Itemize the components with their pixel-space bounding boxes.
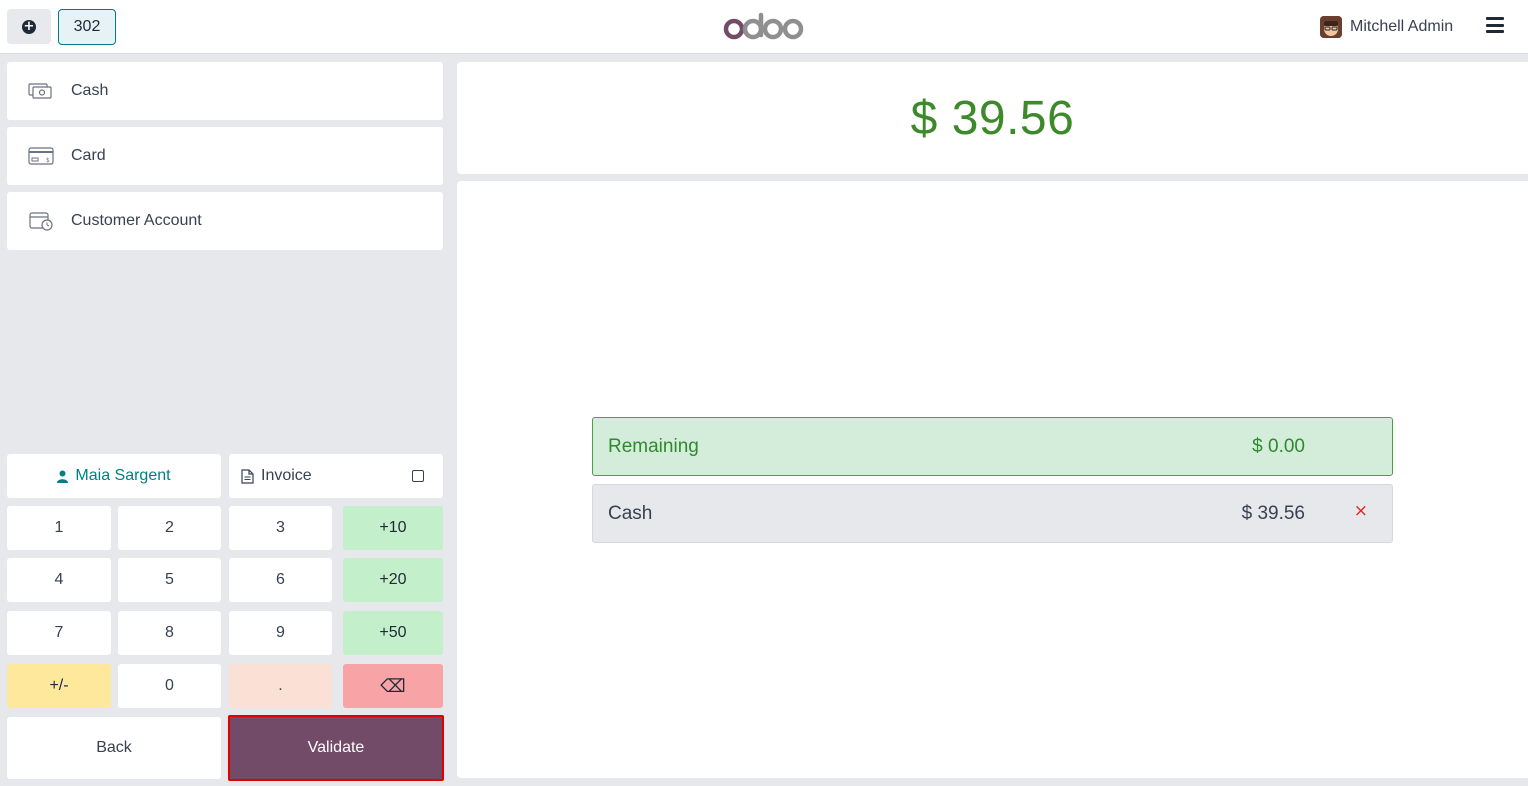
user-icon xyxy=(57,470,69,483)
payment-method-card[interactable]: $ Card xyxy=(7,127,443,185)
validate-button[interactable]: Validate xyxy=(228,715,444,781)
card-icon: $ xyxy=(28,147,54,165)
total-display: $ 39.56 xyxy=(457,62,1528,174)
cash-icon xyxy=(28,83,52,99)
numpad-key-plus20[interactable]: +20 xyxy=(343,558,443,602)
payment-method-label: Customer Account xyxy=(71,212,202,229)
payment-method-customer-account[interactable]: Customer Account xyxy=(7,192,443,250)
user-name: Mitchell Admin xyxy=(1350,18,1454,35)
top-bar: + 302 Mitchell Admin xyxy=(0,0,1528,54)
payment-method-label: Card xyxy=(71,147,106,164)
backspace-icon[interactable]: ⌫ xyxy=(343,664,443,708)
order-tab[interactable]: 302 xyxy=(58,9,116,45)
numpad-key-1[interactable]: 1 xyxy=(7,506,111,550)
invoice-checkbox[interactable] xyxy=(412,470,424,482)
delete-payment-line-icon[interactable]: × xyxy=(1354,501,1368,521)
payment-method-label: Cash xyxy=(71,82,109,99)
invoice-toggle[interactable]: Invoice xyxy=(229,454,443,498)
numpad-key-sign[interactable]: +/- xyxy=(7,664,111,708)
payment-lines-panel xyxy=(457,181,1528,778)
numpad-key-5[interactable]: 5 xyxy=(118,558,221,602)
payment-line[interactable]: Cash $ 39.56 × xyxy=(592,484,1393,543)
document-icon xyxy=(241,468,254,484)
invoice-label: Invoice xyxy=(261,467,312,484)
numpad-key-plus50[interactable]: +50 xyxy=(343,611,443,655)
back-button[interactable]: Back xyxy=(7,717,221,779)
numpad-key-4[interactable]: 4 xyxy=(7,558,111,602)
payment-line-method: Cash xyxy=(608,503,653,524)
numpad-key-plus10[interactable]: +10 xyxy=(343,506,443,550)
numpad-key-3[interactable]: 3 xyxy=(229,506,332,550)
remaining-label: Remaining xyxy=(608,436,699,457)
numpad-key-7[interactable]: 7 xyxy=(7,611,111,655)
svg-text:$: $ xyxy=(46,157,50,164)
numpad-key-6[interactable]: 6 xyxy=(229,558,332,602)
odoo-logo xyxy=(723,12,804,40)
payment-line-amount: $ 39.56 xyxy=(1241,503,1305,524)
user-menu[interactable]: Mitchell Admin xyxy=(1320,14,1453,40)
customer-button[interactable]: Maia Sargent xyxy=(7,454,221,498)
numpad-key-0[interactable]: 0 xyxy=(118,664,221,708)
avatar xyxy=(1320,16,1342,38)
numpad-key-dot[interactable]: . xyxy=(229,664,332,708)
remaining-value: $ 0.00 xyxy=(1252,436,1305,457)
numpad-key-8[interactable]: 8 xyxy=(118,611,221,655)
hamburger-menu-icon[interactable] xyxy=(1486,17,1504,33)
remaining-row: Remaining $ 0.00 xyxy=(592,417,1393,476)
plus-circle-icon: + xyxy=(22,18,36,34)
numpad-key-9[interactable]: 9 xyxy=(229,611,332,655)
total-amount: $ 39.56 xyxy=(910,91,1075,145)
customer-account-icon xyxy=(29,212,53,231)
customer-name: Maia Sargent xyxy=(75,467,171,484)
new-order-button[interactable]: + xyxy=(7,9,51,44)
payment-method-cash[interactable]: Cash xyxy=(7,62,443,120)
numpad-key-2[interactable]: 2 xyxy=(118,506,221,550)
